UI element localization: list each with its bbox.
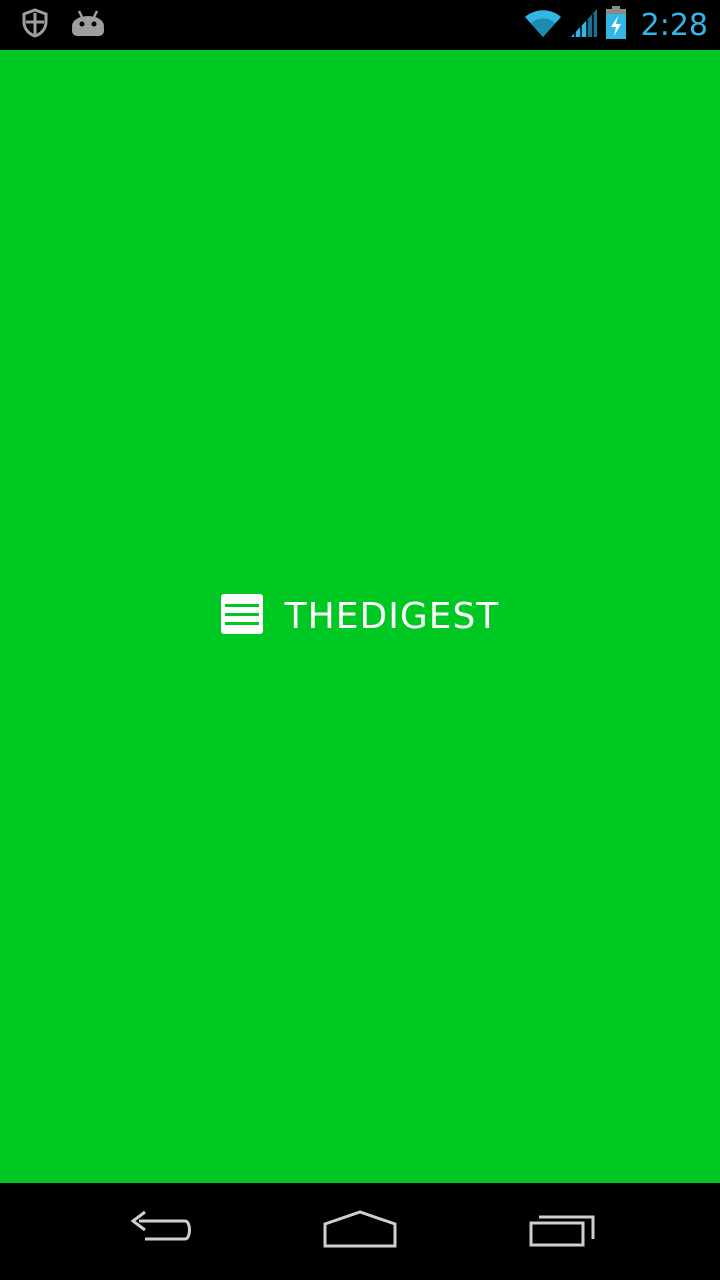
wifi-icon [523,7,563,44]
home-button[interactable] [310,1203,410,1259]
shield-icon [20,7,50,43]
recents-button[interactable] [512,1203,612,1259]
battery-charging-icon [605,5,627,45]
navigation-bar [0,1183,720,1280]
back-button[interactable] [110,1203,210,1259]
android-icon [70,8,106,43]
splash-screen: THEDIGEST [0,50,720,1183]
menu-lines-icon [220,594,263,639]
clock: 2:28 [640,7,708,43]
signal-icon [569,7,599,44]
back-icon [125,1209,195,1254]
notification-icons [20,7,106,43]
system-icons: 2:28 [523,5,708,45]
brand-name: THEDIGEST [284,595,500,637]
home-icon [322,1208,398,1255]
recents-icon [527,1209,597,1254]
brand-logo: THEDIGEST [220,594,500,639]
status-bar: 2:28 [0,0,720,50]
